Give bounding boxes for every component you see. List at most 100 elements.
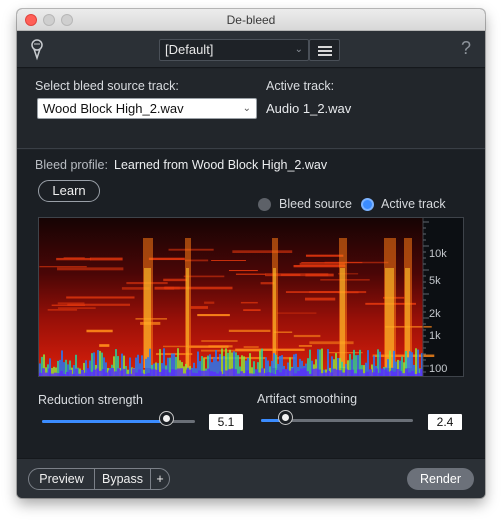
spectrogram-texture bbox=[39, 266, 87, 268]
spectrogram-texture bbox=[211, 259, 246, 262]
spectrogram-texture bbox=[162, 368, 165, 376]
spectrogram-texture bbox=[129, 373, 132, 376]
spectrogram-texture bbox=[228, 270, 258, 272]
spectrogram-texture bbox=[69, 369, 72, 376]
artifact-smoothing-value[interactable]: 2.4 bbox=[428, 414, 462, 430]
spectrogram-texture bbox=[240, 301, 258, 304]
spectrogram-texture bbox=[276, 369, 279, 376]
bleed-source-select[interactable]: Wood Block High_2.wav ⌄ bbox=[37, 98, 257, 119]
artifact-smoothing-slider[interactable] bbox=[261, 411, 413, 424]
spectrogram-texture bbox=[48, 368, 51, 376]
spectrogram-texture bbox=[197, 314, 230, 317]
spectrogram-texture bbox=[96, 368, 99, 376]
spectrogram-texture bbox=[72, 373, 75, 376]
spectrogram-texture bbox=[293, 334, 321, 338]
spectrogram-texture bbox=[375, 368, 378, 376]
spectrogram-texture bbox=[183, 373, 186, 376]
reduction-strength-slider[interactable] bbox=[42, 412, 195, 425]
preview-button[interactable]: Preview bbox=[28, 468, 95, 490]
reduction-strength-thumb[interactable] bbox=[160, 412, 173, 425]
spectrogram-texture bbox=[204, 301, 215, 304]
bleed-source-radio[interactable] bbox=[258, 198, 271, 211]
artifact-smoothing-thumb[interactable] bbox=[279, 411, 292, 424]
spectrogram-texture bbox=[372, 372, 375, 376]
spectrogram-texture bbox=[243, 373, 246, 376]
spectrogram-texture bbox=[354, 373, 357, 376]
spectrogram-texture bbox=[330, 372, 333, 376]
spectrogram-texture bbox=[84, 372, 87, 376]
spectrogram-texture bbox=[378, 372, 381, 376]
spectrogram-view[interactable]: 10k 5k 2k 1k 100 bbox=[38, 217, 464, 377]
spectrogram-texture bbox=[186, 369, 189, 376]
spectrogram-texture bbox=[204, 370, 207, 376]
spectrogram-texture bbox=[299, 262, 345, 266]
bypass-button[interactable]: Bypass bbox=[94, 468, 151, 490]
active-track-radio[interactable] bbox=[361, 198, 374, 211]
spectrogram-texture bbox=[351, 369, 354, 376]
preset-menu-button[interactable] bbox=[309, 39, 340, 61]
spectrogram-texture bbox=[210, 371, 213, 376]
freq-label-2k: 2k bbox=[429, 308, 441, 320]
spectrogram-texture bbox=[190, 306, 208, 309]
spectrogram-texture bbox=[163, 278, 188, 282]
help-icon[interactable]: ? bbox=[461, 38, 471, 59]
spectrogram-texture bbox=[192, 372, 195, 376]
active-track-radio-label[interactable]: Active track bbox=[381, 197, 446, 211]
spectrogram-texture bbox=[366, 371, 369, 376]
render-button[interactable]: Render bbox=[407, 468, 474, 490]
spectrogram-texture bbox=[180, 368, 183, 376]
spectrogram-texture bbox=[363, 373, 366, 376]
spectrogram-texture bbox=[186, 268, 189, 368]
spectrogram-texture bbox=[237, 355, 239, 376]
spectrogram-texture bbox=[47, 308, 78, 311]
spectrogram-texture bbox=[165, 369, 168, 376]
microphone-icon[interactable] bbox=[29, 39, 45, 61]
preset-select-value: [Default] bbox=[165, 42, 214, 57]
spectrogram-texture bbox=[138, 369, 141, 376]
spectrogram-texture bbox=[379, 351, 381, 376]
spectrogram-texture bbox=[159, 371, 162, 376]
spectrogram-texture bbox=[327, 370, 330, 376]
spectrogram-texture bbox=[408, 372, 411, 376]
spectrogram-texture bbox=[200, 349, 263, 352]
spectrogram-texture bbox=[219, 371, 222, 376]
spectrogram-texture bbox=[223, 355, 225, 376]
spectrogram-texture bbox=[255, 369, 258, 376]
spectrogram-texture bbox=[273, 268, 276, 368]
spectrogram-texture bbox=[246, 370, 249, 376]
spectrogram-texture bbox=[90, 371, 93, 376]
spectrogram-texture bbox=[309, 349, 311, 376]
reduction-strength-value[interactable]: 5.1 bbox=[209, 414, 243, 430]
spectrogram-texture bbox=[360, 369, 363, 376]
spectrogram-texture bbox=[417, 349, 419, 376]
spectrogram-texture bbox=[60, 370, 63, 376]
spectrogram-texture bbox=[102, 368, 105, 376]
spectrogram-texture bbox=[291, 368, 294, 376]
spectrogram-texture bbox=[369, 369, 372, 376]
spectrogram-texture bbox=[141, 355, 143, 376]
spectrogram-texture bbox=[243, 356, 245, 376]
spectrogram-texture bbox=[273, 353, 275, 376]
learn-button[interactable]: Learn bbox=[38, 180, 100, 202]
spectrogram-texture bbox=[390, 370, 393, 376]
spectrogram-texture bbox=[99, 344, 110, 347]
bleed-source-radio-label[interactable]: Bleed source bbox=[279, 197, 352, 211]
add-button[interactable]: + bbox=[150, 468, 170, 490]
chevron-down-icon: ⌄ bbox=[294, 44, 303, 55]
spectrogram-texture bbox=[258, 372, 261, 376]
spectrogram-texture bbox=[99, 370, 102, 376]
title-bar: De-bleed bbox=[17, 9, 485, 31]
chevron-down-icon: ⌄ bbox=[242, 103, 251, 114]
spectrogram-texture bbox=[63, 362, 65, 376]
spectrogram-texture bbox=[132, 368, 135, 376]
spectrogram-texture bbox=[285, 369, 288, 376]
spectrogram-texture bbox=[89, 257, 123, 261]
freq-label-100: 100 bbox=[429, 363, 448, 375]
spectrogram-texture bbox=[235, 273, 266, 275]
bottom-bar: Preview Bypass + Render bbox=[17, 458, 485, 498]
spectrogram-texture bbox=[216, 373, 219, 376]
spectrogram-texture bbox=[297, 371, 300, 376]
spectrogram-texture bbox=[42, 368, 45, 376]
spectrogram-texture bbox=[228, 329, 271, 332]
preset-select[interactable]: [Default] ⌄ bbox=[159, 39, 309, 61]
